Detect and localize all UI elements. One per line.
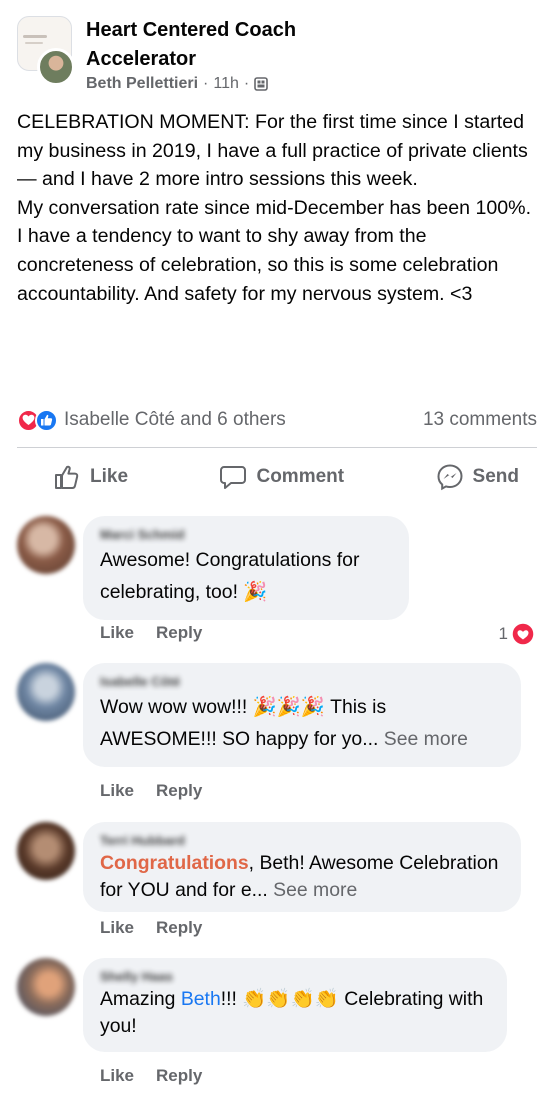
comment-reply-button[interactable]: Reply bbox=[156, 781, 202, 801]
post-body: CELEBRATION MOMENT: For the first time s… bbox=[17, 108, 537, 308]
meta-separator: · bbox=[203, 75, 209, 92]
comment-bubble: Marci Schmid Awesome! Congratulations fo… bbox=[83, 516, 409, 620]
commenter-avatar[interactable] bbox=[17, 958, 75, 1016]
comment: Marci Schmid Awesome! Congratulations fo… bbox=[17, 516, 537, 656]
author-avatar[interactable] bbox=[37, 48, 75, 86]
comment-reply-button[interactable]: Reply bbox=[156, 623, 202, 643]
commenter-avatar[interactable] bbox=[17, 663, 75, 721]
like-button[interactable]: Like bbox=[17, 456, 146, 498]
privacy-icon[interactable] bbox=[254, 77, 269, 91]
comment-text: Awesome! Congratulations for celebrating… bbox=[100, 549, 360, 603]
group-name[interactable]: Heart Centered Coach Accelerator bbox=[86, 16, 386, 74]
send-button[interactable]: Send bbox=[400, 456, 537, 498]
comment-text-body: Wow wow wow!!! 🎉🎉🎉 This is AWESOME!!! SO… bbox=[100, 696, 387, 750]
like-reaction-icon bbox=[35, 408, 58, 432]
comment-like-button[interactable]: Like bbox=[100, 918, 134, 938]
comment-text: Congratulations, Beth! Awesome Celebrati… bbox=[100, 850, 503, 904]
commenter-name[interactable]: Marci Schmid bbox=[100, 526, 391, 544]
reactors-text[interactable]: Isabelle Côté and 6 others bbox=[64, 409, 286, 431]
comment-text: Wow wow wow!!! 🎉🎉🎉 This is AWESOME!!! SO… bbox=[100, 691, 503, 755]
group-logo-mark-line bbox=[25, 42, 43, 44]
comment-actions: Like Reply bbox=[100, 623, 202, 643]
reactions-summary: Isabelle Côté and 6 others 13 comments bbox=[17, 405, 537, 435]
commenter-name[interactable]: Terri Hubbard bbox=[100, 832, 503, 850]
commenter-name[interactable]: Shelly Haas bbox=[100, 968, 489, 986]
comment: Isabelle Côté Wow wow wow!!! 🎉🎉🎉 This is… bbox=[17, 663, 537, 803]
comment-reaction-count: 1 bbox=[498, 624, 508, 643]
reaction-icons[interactable] bbox=[17, 408, 58, 432]
like-label: Like bbox=[90, 466, 129, 487]
heart-icon bbox=[511, 622, 535, 646]
comment: Shelly Haas Amazing Beth!!! 👏👏👏👏 Celebra… bbox=[17, 958, 537, 1098]
comment-text-body: Amazing bbox=[100, 988, 181, 1010]
comment-label: Comment bbox=[256, 466, 345, 487]
comment-like-button[interactable]: Like bbox=[100, 781, 134, 801]
post-action-bar: Like Comment Send bbox=[17, 456, 537, 498]
commenter-name[interactable]: Isabelle Côté bbox=[100, 673, 503, 691]
see-more-link[interactable]: See more bbox=[384, 728, 468, 750]
comment-reactions[interactable]: 1 bbox=[499, 622, 535, 646]
author-name[interactable]: Beth Pellettieri bbox=[86, 75, 198, 93]
comment-text: Amazing Beth!!! 👏👏👏👏 Celebrating with yo… bbox=[100, 986, 489, 1040]
post-time[interactable]: 11h bbox=[213, 75, 239, 93]
post-meta: Beth Pellettieri · 11h · bbox=[86, 75, 269, 93]
comment-actions: Like Reply bbox=[100, 1066, 202, 1086]
group-logo-mark bbox=[23, 35, 47, 38]
send-label: Send bbox=[472, 466, 519, 487]
comment-bubble: Isabelle Côté Wow wow wow!!! 🎉🎉🎉 This is… bbox=[83, 663, 521, 767]
comment-actions: Like Reply bbox=[100, 918, 202, 938]
comment: Terri Hubbard Congratulations, Beth! Awe… bbox=[17, 822, 537, 952]
comment-bubble: Shelly Haas Amazing Beth!!! 👏👏👏👏 Celebra… bbox=[83, 958, 507, 1052]
commenter-avatar[interactable] bbox=[17, 822, 75, 880]
comment-actions: Like Reply bbox=[100, 781, 202, 801]
thumbs-up-icon bbox=[55, 465, 79, 489]
comment-reply-button[interactable]: Reply bbox=[156, 918, 202, 938]
commenter-avatar[interactable] bbox=[17, 516, 75, 574]
see-more-link[interactable]: See more bbox=[273, 879, 357, 901]
post-paragraph: I have a tendency to want to shy away fr… bbox=[17, 225, 499, 305]
comment-button[interactable]: Comment bbox=[183, 456, 362, 498]
comment-icon bbox=[220, 466, 247, 489]
highlighted-word[interactable]: Congratulations bbox=[100, 852, 249, 874]
post-header: Heart Centered Coach Accelerator Beth Pe… bbox=[17, 14, 537, 100]
comment-like-button[interactable]: Like bbox=[100, 1066, 134, 1086]
divider bbox=[17, 447, 537, 448]
comment-like-button[interactable]: Like bbox=[100, 623, 134, 643]
post-paragraph: CELEBRATION MOMENT: For the first time s… bbox=[17, 111, 528, 191]
messenger-icon bbox=[437, 464, 463, 491]
comment-reply-button[interactable]: Reply bbox=[156, 1066, 202, 1086]
mention-link[interactable]: Beth bbox=[181, 988, 221, 1010]
comments-count[interactable]: 13 comments bbox=[423, 409, 537, 431]
meta-separator-2: · bbox=[243, 75, 250, 92]
comment-bubble: Terri Hubbard Congratulations, Beth! Awe… bbox=[83, 822, 521, 912]
post-paragraph: My conversation rate since mid-December … bbox=[17, 196, 532, 219]
